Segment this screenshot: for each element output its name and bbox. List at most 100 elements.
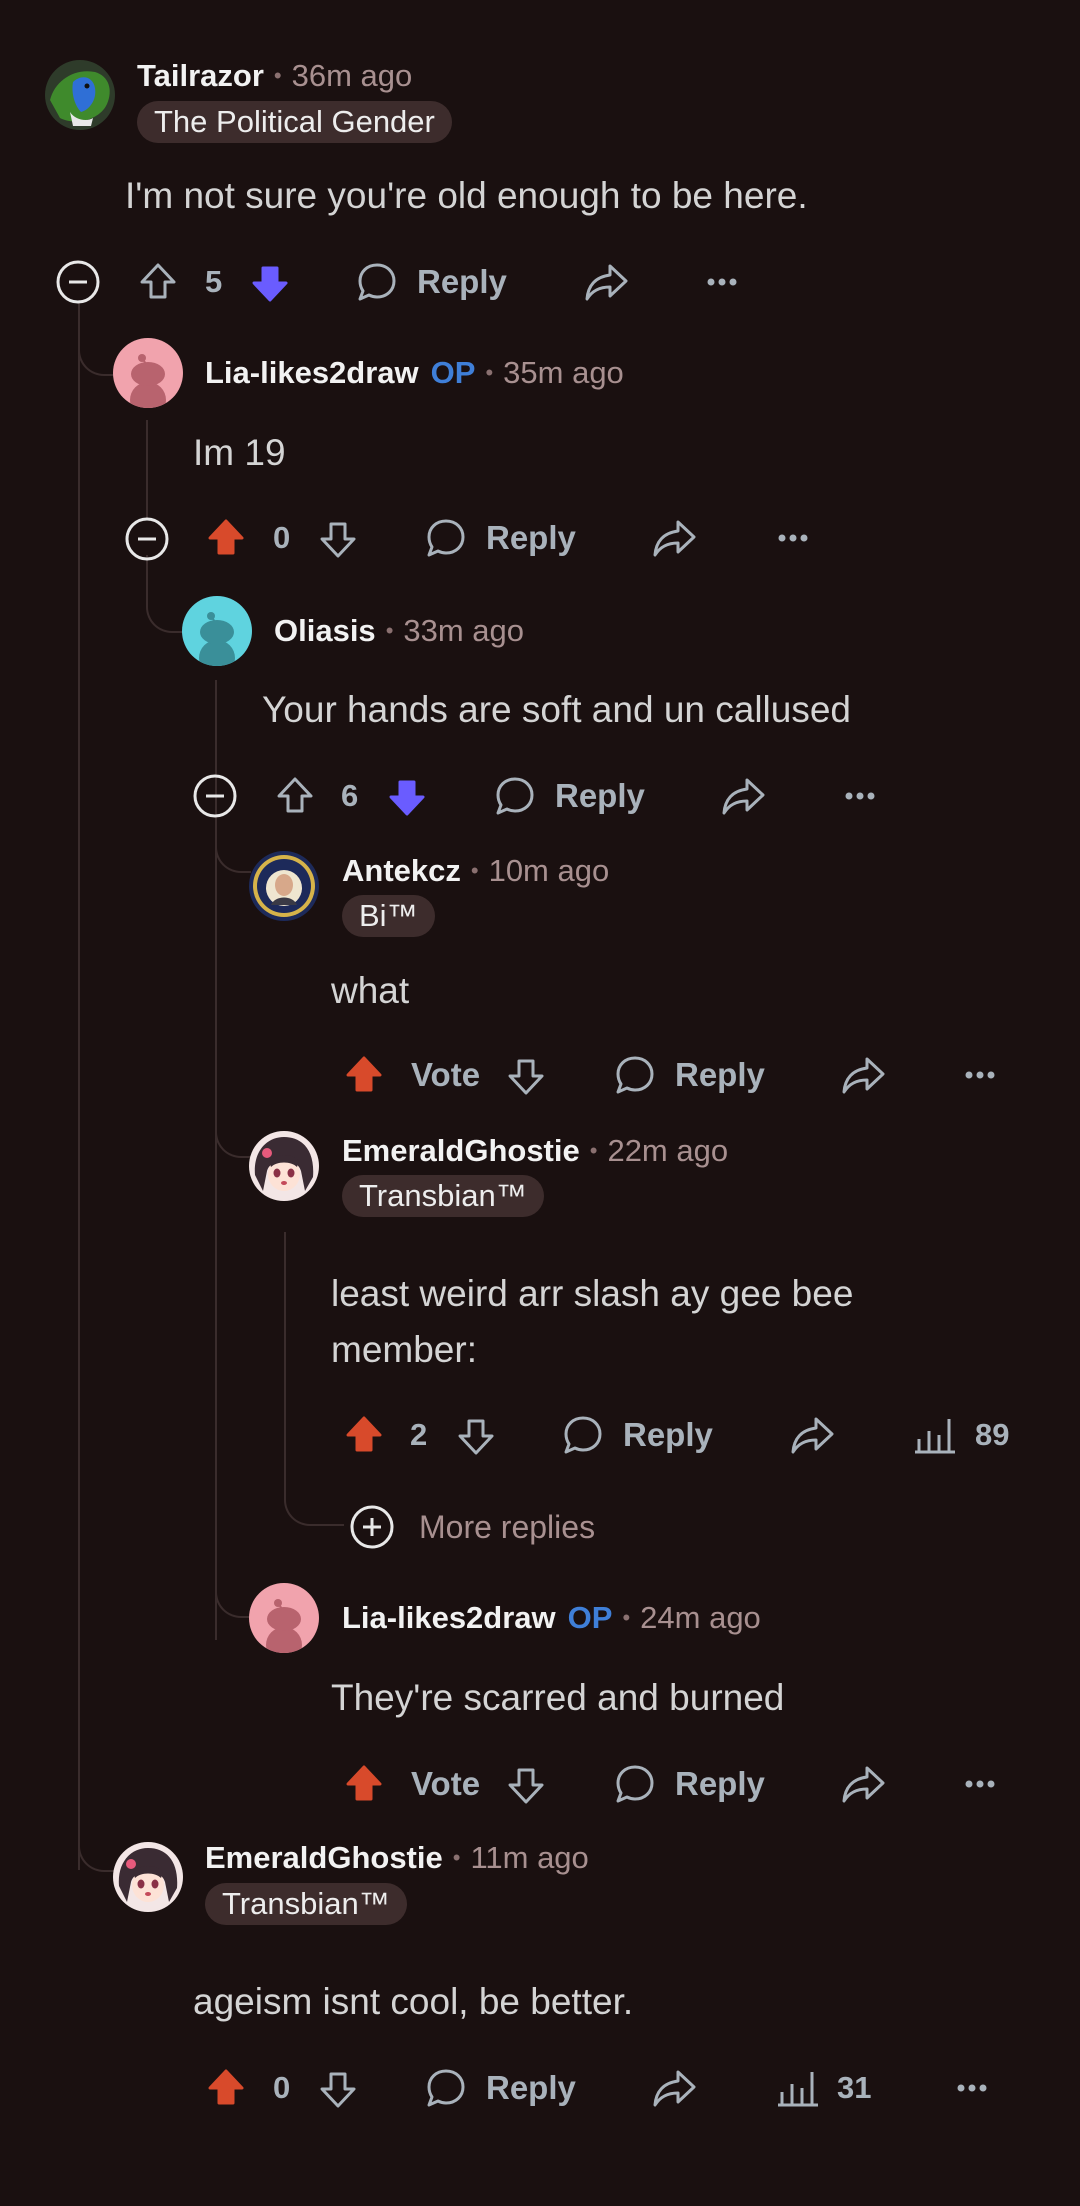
thread-line-curve — [215, 815, 251, 873]
upvote-icon[interactable] — [138, 262, 178, 302]
downvote-icon[interactable] — [387, 777, 427, 817]
share-icon[interactable] — [650, 2066, 698, 2110]
share-icon[interactable] — [839, 1053, 887, 1097]
share-icon[interactable] — [788, 1413, 836, 1457]
pink-snoo-avatar[interactable] — [249, 1583, 319, 1653]
vote-count: 0 — [273, 520, 291, 555]
comment-body: what — [331, 970, 410, 1011]
separator-dot: • — [452, 1845, 461, 1870]
username[interactable]: Antekcz — [342, 853, 461, 889]
comment-meta: Antekcz • 10m ago — [342, 851, 609, 891]
vote-label: Vote — [411, 1056, 481, 1093]
reply-button[interactable]: Reply — [623, 1415, 713, 1455]
timestamp: 10m ago — [488, 853, 610, 888]
reply-button[interactable]: Reply — [675, 1764, 765, 1804]
green-dragon-avatar[interactable] — [45, 60, 115, 130]
timestamp: 35m ago — [503, 355, 624, 390]
comment-meta: Lia-likes2draw OP • 35m ago — [205, 353, 624, 393]
collapse-icon[interactable] — [54, 258, 102, 306]
thread-line-level-1 — [78, 300, 80, 1870]
username[interactable]: Lia-likes2draw — [205, 355, 419, 391]
share-icon[interactable] — [650, 516, 698, 560]
comment-meta: Oliasis • 33m ago — [274, 611, 524, 651]
comment-meta: Lia-likes2draw OP • 24m ago — [342, 1598, 761, 1638]
reply-bubble-icon[interactable] — [613, 1053, 657, 1097]
anime-girl-avatar[interactable] — [113, 1842, 183, 1912]
upvote-icon[interactable] — [344, 1415, 384, 1455]
separator-dot: • — [273, 63, 282, 88]
reply-bubble-icon[interactable] — [613, 1762, 657, 1806]
reply-bubble-icon[interactable] — [424, 516, 468, 560]
teal-snoo-avatar[interactable] — [182, 596, 252, 666]
username[interactable]: Oliasis — [274, 613, 376, 649]
username[interactable]: EmeraldGhostie — [205, 1840, 443, 1876]
user-flair: The Political Gender — [137, 101, 452, 143]
thread-line-curve — [284, 1450, 344, 1526]
more-options-icon[interactable] — [960, 1055, 1000, 1095]
comment-body: Im 19 — [193, 432, 286, 473]
username[interactable]: Tailrazor — [137, 58, 264, 94]
reply-button[interactable]: Reply — [417, 262, 507, 302]
op-badge: OP — [567, 1600, 613, 1635]
comment-body-line: member: — [331, 1329, 477, 1370]
vote-count: 6 — [341, 778, 359, 813]
upvote-icon[interactable] — [275, 776, 315, 816]
timestamp: 22m ago — [607, 1133, 729, 1168]
more-options-icon[interactable] — [840, 776, 880, 816]
seal-portrait-avatar[interactable] — [249, 851, 319, 921]
share-icon[interactable] — [582, 260, 630, 304]
downvote-icon[interactable] — [506, 1765, 546, 1805]
downvote-icon[interactable] — [318, 2069, 358, 2109]
collapse-icon[interactable] — [191, 772, 239, 820]
view-stats-icon[interactable] — [776, 2068, 820, 2108]
more-replies-link[interactable]: More replies — [419, 1507, 595, 1547]
more-options-icon[interactable] — [773, 518, 813, 558]
comment-body: Your hands are soft and un callused — [262, 689, 852, 730]
comment-meta: EmeraldGhostie • 22m ago — [342, 1131, 728, 1171]
downvote-icon[interactable] — [456, 1416, 496, 1456]
comment-body: I'm not sure you're old enough to be her… — [125, 175, 808, 216]
more-options-icon[interactable] — [960, 1764, 1000, 1804]
view-stats-icon[interactable] — [913, 1415, 957, 1455]
comment-meta: EmeraldGhostie • 11m ago — [205, 1838, 589, 1878]
user-flair: Bi™ — [342, 895, 435, 937]
reply-bubble-icon[interactable] — [561, 1413, 605, 1457]
thread-line-curve — [215, 1100, 251, 1158]
thread-line-curve — [78, 1800, 114, 1872]
username[interactable]: EmeraldGhostie — [342, 1133, 580, 1169]
reply-bubble-icon[interactable] — [493, 774, 537, 818]
more-options-icon[interactable] — [952, 2068, 992, 2108]
share-icon[interactable] — [839, 1762, 887, 1806]
downvote-icon[interactable] — [506, 1056, 546, 1096]
separator-dot: • — [385, 618, 394, 643]
upvote-icon[interactable] — [344, 1764, 384, 1804]
timestamp: 11m ago — [470, 1840, 589, 1875]
comment-body-line: least weird arr slash ay gee bee — [331, 1273, 854, 1314]
upvote-icon[interactable] — [344, 1055, 384, 1095]
reply-button[interactable]: Reply — [486, 518, 576, 558]
reply-button[interactable]: Reply — [486, 2068, 576, 2108]
reply-bubble-icon[interactable] — [355, 260, 399, 304]
more-options-icon[interactable] — [702, 262, 742, 302]
expand-icon[interactable] — [348, 1503, 396, 1551]
thread-line-curve — [146, 555, 184, 633]
timestamp: 33m ago — [403, 613, 525, 648]
share-icon[interactable] — [719, 774, 767, 818]
anime-girl-avatar[interactable] — [249, 1131, 319, 1201]
vote-label: Vote — [411, 1765, 481, 1802]
reply-bubble-icon[interactable] — [424, 2066, 468, 2110]
reply-button[interactable]: Reply — [555, 776, 645, 816]
view-count: 31 — [837, 2070, 872, 2105]
username[interactable]: Lia-likes2draw — [342, 1600, 556, 1636]
vote-count: 5 — [205, 264, 223, 299]
separator-dot: • — [622, 1605, 631, 1630]
op-badge: OP — [430, 355, 476, 390]
pink-snoo-avatar[interactable] — [113, 338, 183, 408]
upvote-icon[interactable] — [206, 518, 246, 558]
downvote-icon[interactable] — [318, 519, 358, 559]
upvote-icon[interactable] — [206, 2068, 246, 2108]
downvote-icon[interactable] — [250, 263, 290, 303]
comment-meta: Tailrazor • 36m ago — [137, 56, 412, 96]
reply-button[interactable]: Reply — [675, 1055, 765, 1095]
collapse-icon[interactable] — [123, 515, 171, 563]
